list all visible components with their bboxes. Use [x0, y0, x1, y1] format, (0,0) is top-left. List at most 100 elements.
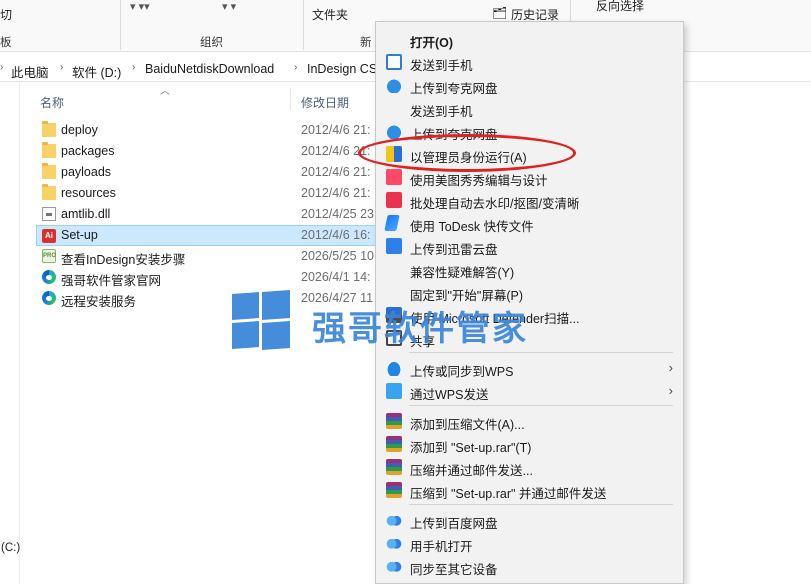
chevron-right-icon[interactable]: ›: [60, 62, 63, 73]
ribbon-invert-selection-button[interactable]: 反向选择: [596, 0, 644, 14]
ribbon-new-folder-label[interactable]: 文件夹: [312, 6, 348, 23]
menu-item-todesk[interactable]: 使用 ToDesk 快传文件: [376, 212, 683, 234]
meitu-icon: [386, 169, 402, 185]
sort-ascending-icon[interactable]: ︿: [160, 82, 170, 97]
menu-item-compress-email[interactable]: 压缩并通过邮件发送...: [376, 456, 683, 478]
file-date: 2026/4/1 14:: [301, 270, 371, 284]
ribbon-divider: [303, 0, 304, 50]
file-name: payloads: [61, 165, 112, 179]
menu-item-batch-process[interactable]: 批处理自动去水印/抠图/变清晰: [376, 189, 683, 211]
ribbon-organize-label: 组织: [200, 37, 223, 49]
winrar-icon: [386, 459, 402, 475]
file-name: 查看InDesign安装步骤: [61, 253, 186, 267]
file-list-header: ︿ 名称 修改日期: [20, 82, 380, 114]
menu-item-label: 使用美图秀秀编辑与设计: [410, 174, 548, 188]
menu-item-label: 添加到压缩文件(A)...: [410, 418, 525, 432]
breadcrumb-baidu-download[interactable]: BaiduNetdiskDownload: [145, 62, 274, 76]
menu-item-xunlei[interactable]: 上传到迅雷云盘: [376, 235, 683, 257]
file-name: 远程安装服务: [61, 295, 137, 309]
menu-item-label: 上传到夸克网盘: [410, 82, 498, 96]
menu-item-send-to-phone-2[interactable]: 发送到手机: [376, 97, 683, 119]
file-row[interactable]: 强哥软件管家官网 2026/4/1 14:: [20, 267, 380, 288]
todesk-icon: [384, 215, 400, 231]
file-name: resources: [61, 186, 116, 200]
navigation-pane[interactable]: (C:): [0, 82, 20, 584]
menu-item-open[interactable]: 打开(O): [376, 28, 683, 50]
breadcrumb-drive-d[interactable]: 软件 (D:): [72, 62, 121, 81]
baidu-netdisk-icon: [386, 535, 402, 551]
folder-icon: [42, 121, 56, 137]
column-header-name[interactable]: 名称: [40, 94, 64, 111]
chevron-right-icon: ›: [668, 383, 673, 398]
batch-icon: [386, 192, 402, 208]
chevron-right-icon[interactable]: ›: [294, 62, 297, 73]
file-date: 2026/5/25 10: [301, 249, 374, 263]
menu-item-pin-to-start[interactable]: 固定到"开始"屏幕(P): [376, 281, 683, 303]
folder-icon: [42, 184, 56, 200]
menu-item-label: 使用 ToDesk 快传文件: [410, 220, 534, 234]
menu-item-label: 压缩并通过邮件发送...: [410, 464, 533, 478]
history-icon[interactable]: 🗂: [492, 6, 507, 20]
menu-item-upload-baidu[interactable]: 上传到百度网盘: [376, 509, 683, 531]
menu-item-send-to-phone[interactable]: 发送到手机: [376, 51, 683, 73]
menu-item-label: 压缩到 "Set-up.rar" 并通过邮件发送: [410, 487, 607, 501]
menu-item-label: 发送到手机: [410, 105, 473, 119]
menu-item-sync-devices[interactable]: 同步至其它设备: [376, 555, 683, 577]
chevron-right-icon[interactable]: ›: [132, 62, 135, 73]
file-row[interactable]: payloads 2012/4/6 21:: [20, 162, 380, 183]
ribbon-cut-label[interactable]: 切: [0, 6, 12, 23]
folder-icon: [42, 142, 56, 158]
phone-icon: [386, 54, 402, 70]
menu-item-compress-setup-email[interactable]: 压缩到 "Set-up.rar" 并通过邮件发送: [376, 479, 683, 501]
watermark-text: 强哥软件管家: [312, 309, 528, 349]
nav-drive-c[interactable]: (C:): [1, 542, 20, 554]
ribbon-move-icon[interactable]: ▾ ▾▾: [130, 0, 150, 13]
menu-item-compat-troubleshoot[interactable]: 兼容性疑难解答(Y): [376, 258, 683, 280]
menu-item-upload-quark[interactable]: 上传到夸克网盘: [376, 74, 683, 96]
column-header-modified[interactable]: 修改日期: [301, 94, 349, 111]
file-row[interactable]: amtlib.dll 2012/4/25 23: [20, 204, 380, 225]
menu-item-label: 上传到迅雷云盘: [410, 243, 498, 257]
column-divider[interactable]: [290, 88, 291, 110]
menu-item-label: 批处理自动去水印/抠图/变清晰: [410, 197, 580, 211]
adobe-setup-icon: Ai: [42, 229, 56, 243]
file-date: 2012/4/6 21:: [301, 165, 371, 179]
dll-file-icon: [42, 207, 56, 221]
menu-item-wps-sync[interactable]: 上传或同步到WPS ›: [376, 357, 683, 379]
menu-separator: [409, 504, 673, 505]
file-row[interactable]: packages 2012/4/6 21:: [20, 141, 380, 162]
file-row[interactable]: PRO 查看InDesign安装步骤 2026/5/25 10: [20, 246, 380, 267]
file-row[interactable]: deploy 2012/4/6 21:: [20, 120, 380, 141]
chevron-right-icon: ›: [0, 62, 4, 73]
menu-item-label: 上传到百度网盘: [410, 517, 498, 531]
menu-item-label: 打开(O): [410, 36, 454, 50]
ribbon-new-group-label: 新: [360, 37, 372, 49]
file-date: 2012/4/6 21:: [301, 186, 371, 200]
baidu-netdisk-icon: [386, 512, 402, 528]
edge-shortcut-icon: [42, 291, 56, 305]
menu-item-open-on-phone[interactable]: 用手机打开: [376, 532, 683, 554]
file-row-selected[interactable]: Ai Set-up 2012/4/6 16:: [36, 225, 394, 246]
file-date: 2012/4/6 16:: [301, 228, 371, 242]
breadcrumb-indesign[interactable]: InDesign CS: [307, 62, 377, 76]
menu-item-add-to-archive[interactable]: 添加到压缩文件(A)...: [376, 410, 683, 432]
ribbon-divider: [120, 0, 121, 50]
winrar-icon: [386, 413, 402, 429]
menu-item-wps-send[interactable]: 通过WPS发送 ›: [376, 380, 683, 402]
file-row[interactable]: resources 2012/4/6 21:: [20, 183, 380, 204]
ribbon-delete-icon[interactable]: ▾ ▾: [222, 0, 236, 13]
windows-logo-watermark-icon: [232, 290, 290, 350]
menu-item-label: 同步至其它设备: [410, 563, 498, 577]
menu-item-label: 发送到手机: [410, 59, 473, 73]
file-name: packages: [61, 144, 115, 158]
explorer-window: 切 板 ▾ ▾▾ ▾ ▾ 组织 文件夹 新 🗂 历史记录 反向选择 › 此电脑 …: [0, 0, 811, 584]
baidu-netdisk-icon: [386, 558, 402, 574]
breadcrumb-this-pc[interactable]: 此电脑: [11, 62, 49, 81]
wps-cloud-icon: [386, 360, 402, 376]
file-name: 强哥软件管家官网: [61, 274, 162, 288]
quark-cloud-icon: [386, 77, 402, 93]
chevron-right-icon: ›: [668, 360, 673, 375]
menu-item-add-to-setup-rar[interactable]: 添加到 "Set-up.rar"(T): [376, 433, 683, 455]
edge-shortcut-icon: [42, 270, 56, 284]
menu-separator: [409, 352, 673, 353]
